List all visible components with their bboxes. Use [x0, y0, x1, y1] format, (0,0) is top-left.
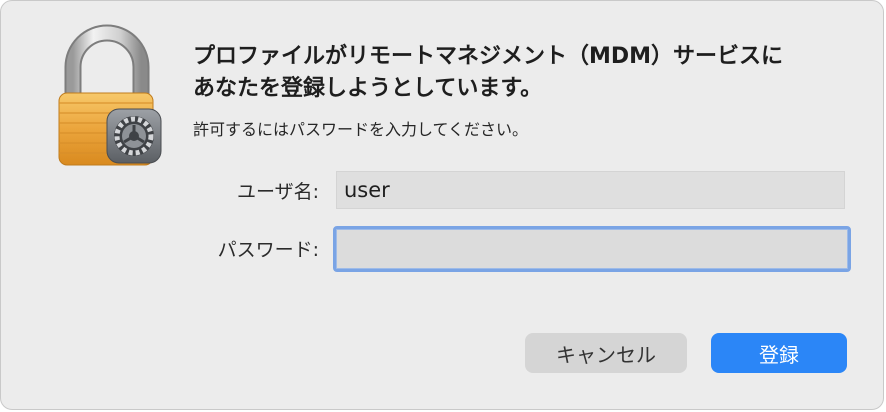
- username-field[interactable]: [336, 171, 845, 209]
- dialog-heading: プロファイルがリモートマネジメント（MDM）サービスに あなたを登録しようとして…: [193, 41, 853, 105]
- cancel-button[interactable]: キャンセル: [525, 333, 687, 373]
- dialog-instruction: 許可するにはパスワードを入力してください。: [193, 120, 529, 139]
- lock-with-gear-icon: [53, 23, 165, 171]
- auth-dialog: プロファイルがリモートマネジメント（MDM）サービスに あなたを登録しようとして…: [0, 0, 884, 410]
- dialog-heading-line-1: プロファイルがリモートマネジメント（MDM）サービスに: [193, 44, 784, 69]
- password-label: パスワード:: [217, 239, 319, 261]
- username-label: ユーザ名:: [236, 181, 319, 203]
- password-field[interactable]: [333, 226, 851, 272]
- dialog-heading-line-2: あなたを登録しようとしています。: [193, 76, 543, 101]
- enroll-button[interactable]: 登録: [711, 333, 847, 373]
